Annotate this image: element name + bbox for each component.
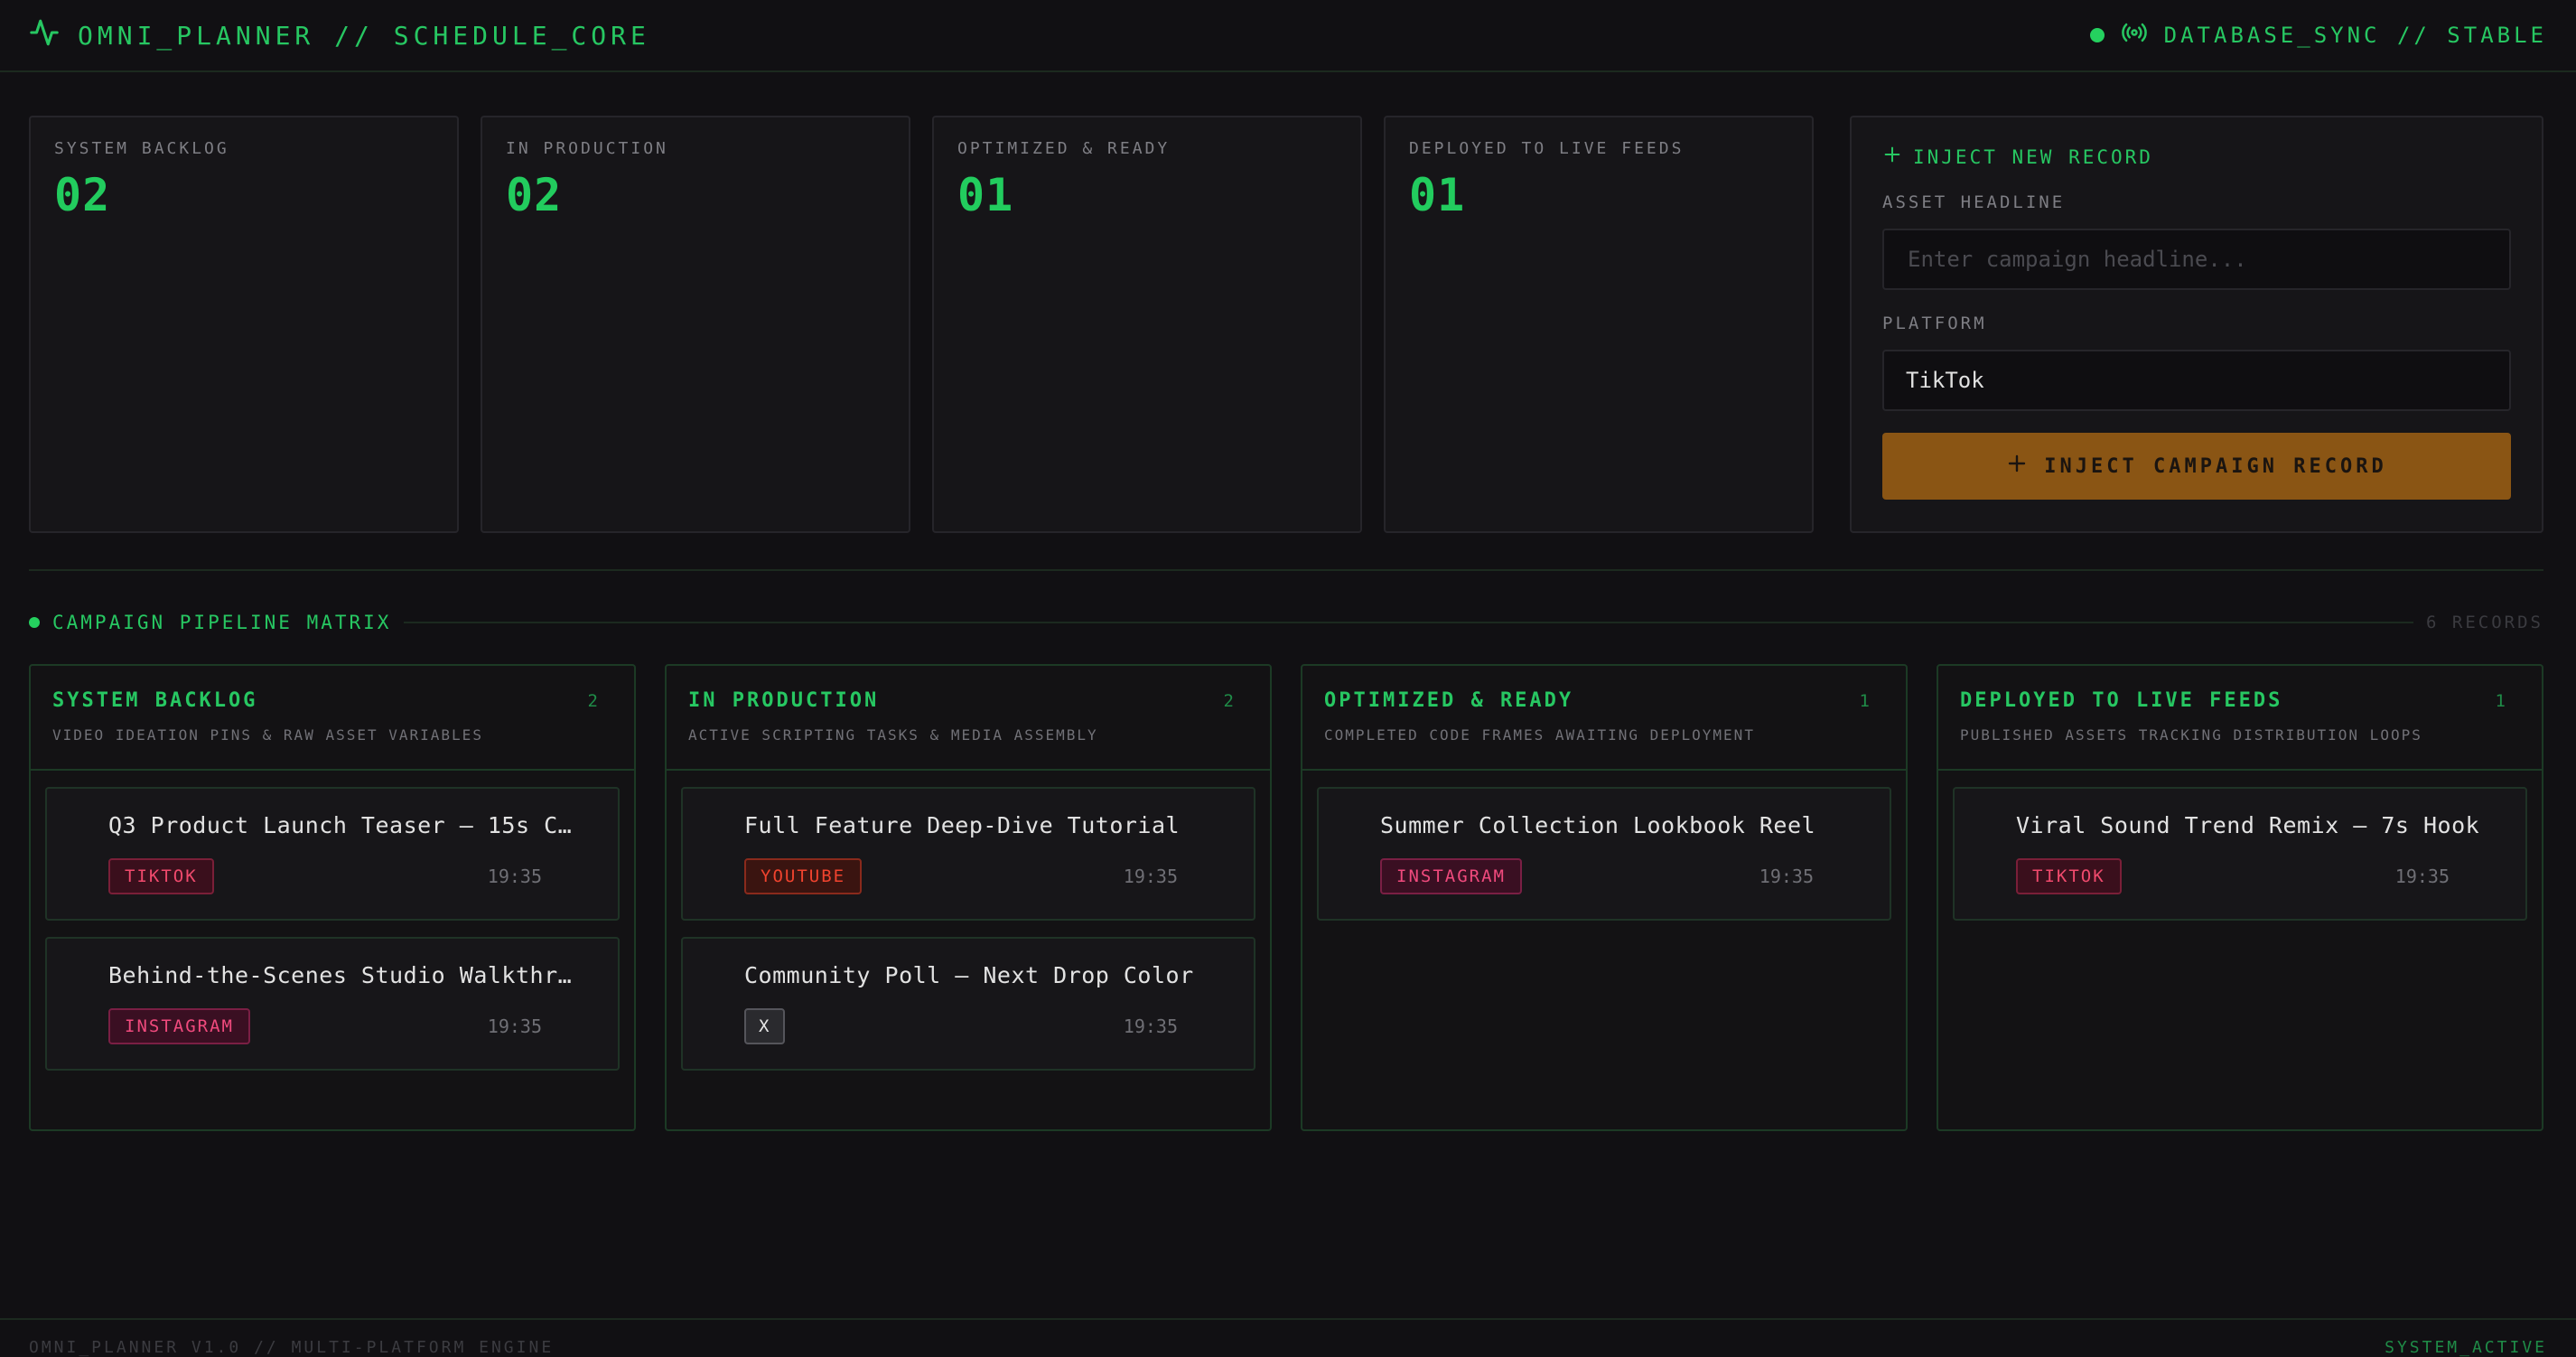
platform-label: PLATFORM <box>1882 314 1987 333</box>
campaign-title: Q3 Product Launch Teaser — 15s C… <box>108 812 573 838</box>
column-subtitle: VIDEO IDEATION PINS & RAW ASSET VARIABLE… <box>52 726 483 744</box>
top-bar: OMNI_PLANNER // SCHEDULE_CORE DATABASE_S… <box>0 0 2576 72</box>
footer: OMNI_PLANNER V1.0 // MULTI-PLATFORM ENGI… <box>0 1318 2576 1357</box>
pipeline-matrix-header: CAMPAIGN PIPELINE MATRIX 6 RECORDS <box>29 611 2543 634</box>
sync-status-text: DATABASE_SYNC // STABLE <box>2163 23 2547 48</box>
column-title: OPTIMIZED & READY <box>1324 689 1574 712</box>
stat-card-production: IN PRODUCTION 02 <box>481 116 910 533</box>
campaign-title: Viral Sound Trend Remix — 7s Hook <box>2016 812 2480 838</box>
platform-badge: YOUTUBE <box>744 858 863 894</box>
campaign-title: Full Feature Deep-Dive Tutorial <box>744 812 1181 838</box>
pipeline-column-ready: OPTIMIZED & READY 1 COMPLETED CODE FRAME… <box>1301 664 1908 1131</box>
stat-card-ready: OPTIMIZED & READY 01 <box>932 116 1362 533</box>
column-title: SYSTEM BACKLOG <box>52 689 258 712</box>
inject-campaign-button-label: INJECT CAMPAIGN RECORD <box>2044 454 2387 478</box>
column-count: 1 <box>1859 691 1870 711</box>
inject-campaign-button[interactable]: INJECT CAMPAIGN RECORD <box>1882 433 2511 500</box>
campaign-card[interactable]: Q3 Product Launch Teaser — 15s C… TIKTOK… <box>45 787 620 921</box>
column-header: SYSTEM BACKLOG 2 VIDEO IDEATION PINS & R… <box>31 666 634 771</box>
plus-icon <box>2006 453 2028 480</box>
inject-record-panel: INJECT NEW RECORD ASSET HEADLINE PLATFOR… <box>1850 116 2543 533</box>
campaign-time: 19:35 <box>487 866 542 887</box>
section-divider <box>29 569 2543 571</box>
campaign-title: Behind-the-Scenes Studio Walkthr… <box>108 962 573 988</box>
broadcast-signal-icon <box>2121 19 2148 51</box>
platform-badge: X <box>744 1008 786 1044</box>
status-dot <box>2089 28 2105 42</box>
headline-input[interactable] <box>1906 246 2487 273</box>
campaign-time: 19:35 <box>487 1015 542 1037</box>
inject-panel-title-text: INJECT NEW RECORD <box>1913 145 2153 168</box>
column-subtitle: ACTIVE SCRIPTING TASKS & MEDIA ASSEMBLY <box>688 726 1098 744</box>
stat-value: 02 <box>54 169 111 221</box>
campaign-time: 19:35 <box>1759 866 1814 887</box>
campaign-time: 19:35 <box>1123 866 1178 887</box>
activity-pulse-icon <box>29 17 60 54</box>
stat-label: DEPLOYED TO LIVE FEEDS <box>1409 139 1685 158</box>
column-header: OPTIMIZED & READY 1 COMPLETED CODE FRAME… <box>1302 666 1906 771</box>
plus-icon <box>1882 145 1902 169</box>
headline-field[interactable] <box>1882 229 2511 290</box>
stat-value: 01 <box>1409 169 1466 221</box>
column-count: 2 <box>1223 691 1234 711</box>
pipeline-column-backlog: SYSTEM BACKLOG 2 VIDEO IDEATION PINS & R… <box>29 664 636 1131</box>
stat-card-deployed: DEPLOYED TO LIVE FEEDS 01 <box>1384 116 1814 533</box>
campaign-card[interactable]: Community Poll — Next Drop Color X 19:35 <box>681 937 1255 1071</box>
campaign-time: 19:35 <box>1123 1015 1178 1037</box>
column-subtitle: PUBLISHED ASSETS TRACKING DISTRIBUTION L… <box>1960 726 2422 744</box>
column-header: IN PRODUCTION 2 ACTIVE SCRIPTING TASKS &… <box>667 666 1270 771</box>
platform-selected-value: TikTok <box>1906 368 1984 393</box>
stat-card-backlog: SYSTEM BACKLOG 02 <box>29 116 459 533</box>
sync-status: DATABASE_SYNC // STABLE <box>2089 19 2547 51</box>
column-count: 1 <box>2495 691 2506 711</box>
matrix-record-count: 6 RECORDS <box>2426 613 2543 632</box>
column-title: DEPLOYED TO LIVE FEEDS <box>1960 689 2283 712</box>
stat-label: IN PRODUCTION <box>506 139 668 158</box>
pipeline-column-production: IN PRODUCTION 2 ACTIVE SCRIPTING TASKS &… <box>665 664 1272 1131</box>
campaign-time: 19:35 <box>2394 866 2450 887</box>
inject-panel-title: INJECT NEW RECORD <box>1882 145 2511 169</box>
platform-select[interactable]: TikTok <box>1882 350 2511 411</box>
platform-badge: INSTAGRAM <box>1380 858 1522 894</box>
brand: OMNI_PLANNER // SCHEDULE_CORE <box>29 17 650 54</box>
matrix-status-dot <box>29 617 40 628</box>
campaign-card[interactable]: Full Feature Deep-Dive Tutorial YOUTUBE … <box>681 787 1255 921</box>
platform-badge: TIKTOK <box>2016 858 2122 894</box>
platform-badge: TIKTOK <box>108 858 214 894</box>
footer-system-status: SYSTEM_ACTIVE <box>2385 1338 2547 1357</box>
campaign-title: Community Poll — Next Drop Color <box>744 962 1194 988</box>
matrix-title: CAMPAIGN PIPELINE MATRIX <box>52 612 392 633</box>
stat-label: OPTIMIZED & READY <box>957 139 1171 158</box>
campaign-title: Summer Collection Lookbook Reel <box>1380 812 1816 838</box>
campaign-card[interactable]: Viral Sound Trend Remix — 7s Hook TIKTOK… <box>1953 787 2527 921</box>
column-subtitle: COMPLETED CODE FRAMES AWAITING DEPLOYMEN… <box>1324 726 1755 744</box>
app-title: OMNI_PLANNER // SCHEDULE_CORE <box>78 20 650 51</box>
stat-value: 02 <box>506 169 563 221</box>
campaign-card[interactable]: Summer Collection Lookbook Reel INSTAGRA… <box>1317 787 1891 921</box>
matrix-rule <box>404 622 2414 623</box>
pipeline-column-deployed: DEPLOYED TO LIVE FEEDS 1 PUBLISHED ASSET… <box>1937 664 2543 1131</box>
column-title: IN PRODUCTION <box>688 689 880 712</box>
column-count: 2 <box>587 691 598 711</box>
platform-badge: INSTAGRAM <box>108 1008 250 1044</box>
stat-label: SYSTEM BACKLOG <box>54 139 229 158</box>
stat-value: 01 <box>957 169 1014 221</box>
campaign-card[interactable]: Behind-the-Scenes Studio Walkthr… INSTAG… <box>45 937 620 1071</box>
headline-label: ASSET HEADLINE <box>1882 192 2066 212</box>
column-header: DEPLOYED TO LIVE FEEDS 1 PUBLISHED ASSET… <box>1938 666 2542 771</box>
footer-version: OMNI_PLANNER V1.0 // MULTI-PLATFORM ENGI… <box>29 1338 555 1357</box>
